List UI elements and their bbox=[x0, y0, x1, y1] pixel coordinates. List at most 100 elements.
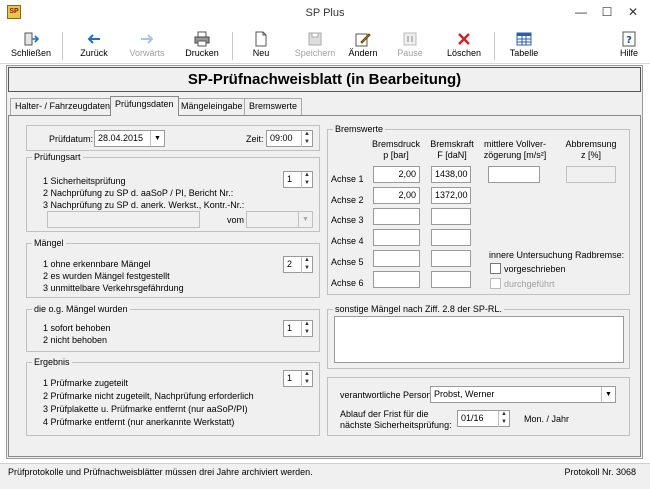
sonstige-maengel-textarea[interactable] bbox=[334, 316, 624, 363]
bremswerte-title: Bremswerte bbox=[333, 124, 386, 134]
frist-unit-label: Mon. / Jahr bbox=[524, 414, 570, 424]
behoben-option-1: 1 sofort behoben bbox=[43, 323, 111, 333]
speichern-button[interactable]: Speichern bbox=[292, 28, 338, 64]
chevron-down-icon: ▼ bbox=[150, 131, 164, 146]
bremskraft-field[interactable] bbox=[431, 250, 471, 267]
delete-x-icon bbox=[458, 33, 470, 45]
bremskraft-field[interactable]: 1438,00 bbox=[431, 166, 471, 183]
bremskraft-header: Bremskraft F [daN] bbox=[430, 139, 474, 160]
ergebnis-title: Ergebnis bbox=[32, 357, 72, 367]
status-message: Prüfprotokolle und Prüfnachweisblätter m… bbox=[8, 467, 313, 477]
protokoll-number: Protokoll Nr. 3068 bbox=[564, 467, 636, 477]
achse-label: Achse 4 bbox=[331, 236, 364, 246]
behoben-title: die o.g. Mängel wurden bbox=[32, 304, 130, 314]
spin-up-icon[interactable]: ▲ bbox=[301, 321, 312, 329]
zeit-field[interactable]: 09:00 ▲ ▼ bbox=[266, 130, 313, 147]
spin-down-icon[interactable]: ▼ bbox=[301, 180, 312, 188]
toolbar-separator bbox=[232, 32, 233, 60]
frist-label-line2: nächste Sicherheitsprüfung: bbox=[340, 420, 452, 430]
maengel-title: Mängel bbox=[32, 238, 66, 248]
edit-pencil-icon bbox=[355, 33, 371, 47]
spin-up-icon[interactable]: ▲ bbox=[301, 131, 312, 139]
frist-label-line1: Ablauf der Frist für die bbox=[340, 409, 429, 419]
toolbar-separator bbox=[494, 32, 495, 60]
pruefungsart-spinner[interactable]: 1 ▲ ▼ bbox=[283, 171, 313, 188]
spin-down-icon[interactable]: ▼ bbox=[301, 379, 312, 387]
spin-up-icon[interactable]: ▲ bbox=[498, 411, 509, 419]
maengel-option-1: 1 ohne erkennbare Mängel bbox=[43, 259, 151, 269]
frist-spinner[interactable]: 01/16 ▲ ▼ bbox=[457, 410, 510, 427]
vorwaerts-button[interactable]: Vorwärts bbox=[122, 28, 172, 64]
tab-bremswerte[interactable]: Bremswerte bbox=[244, 98, 303, 115]
tab-halter-fahrzeugdaten[interactable]: Halter- / Fahrzeugdaten bbox=[10, 98, 116, 115]
spin-down-icon[interactable]: ▼ bbox=[498, 419, 509, 427]
close-window-button[interactable]: ✕ bbox=[622, 4, 644, 20]
pruefdatum-field[interactable]: 28.04.2015 ▼ bbox=[94, 130, 165, 147]
new-document-icon bbox=[255, 31, 267, 47]
spin-up-icon[interactable]: ▲ bbox=[301, 257, 312, 265]
pruefungsart-option-1: 1 Sicherheitsprüfung bbox=[43, 176, 126, 186]
bremsdruck-field[interactable]: 2,00 bbox=[373, 187, 420, 204]
kontroll-nr-field[interactable] bbox=[47, 211, 200, 228]
zurueck-button[interactable]: Zurück bbox=[72, 28, 116, 64]
bremsdruck-header: Bremsdruck p [bar] bbox=[371, 139, 420, 160]
spin-down-icon[interactable]: ▼ bbox=[301, 265, 312, 273]
svg-text:?: ? bbox=[626, 35, 632, 46]
pruefungsart-option-3: 3 Nachprüfung zu SP d. anerk. Werkst., K… bbox=[43, 200, 245, 210]
maengel-option-3: 3 unmittelbare Verkehrsgefährdung bbox=[43, 283, 184, 293]
chevron-down-icon: ▼ bbox=[601, 387, 615, 402]
bremsdruck-field[interactable] bbox=[373, 271, 420, 288]
bremsdruck-field[interactable] bbox=[373, 229, 420, 246]
bremsdruck-field[interactable] bbox=[373, 250, 420, 267]
drucken-button[interactable]: Drucken bbox=[180, 28, 224, 64]
toolbar-separator bbox=[62, 32, 63, 60]
achse-label: Achse 5 bbox=[331, 257, 364, 267]
spin-up-icon[interactable]: ▲ bbox=[301, 172, 312, 180]
table-icon bbox=[516, 32, 532, 46]
achse-label: Achse 3 bbox=[331, 215, 364, 225]
durchgefuehrt-label: durchgeführt bbox=[504, 279, 555, 289]
spin-up-icon[interactable]: ▲ bbox=[301, 371, 312, 379]
bremsdruck-field[interactable]: 2,00 bbox=[373, 166, 420, 183]
bremsdruck-field[interactable] bbox=[373, 208, 420, 225]
vorgeschrieben-checkbox[interactable] bbox=[490, 263, 501, 274]
bremskraft-field[interactable] bbox=[431, 229, 471, 246]
bremskraft-field[interactable] bbox=[431, 208, 471, 225]
bremskraft-field[interactable] bbox=[431, 271, 471, 288]
achse-label: Achse 6 bbox=[331, 278, 364, 288]
bremskraft-field[interactable]: 1372,00 bbox=[431, 187, 471, 204]
minimize-button[interactable]: — bbox=[570, 4, 592, 20]
page-title: SP-Prüfnachweisblatt (in Bearbeitung) bbox=[8, 67, 641, 92]
save-disk-icon bbox=[308, 32, 322, 46]
verantwortliche-person-select[interactable]: Probst, Werner ▼ bbox=[430, 386, 616, 403]
vollverzoegerung-field[interactable] bbox=[488, 166, 540, 183]
exit-icon bbox=[24, 32, 39, 46]
durchgefuehrt-checkbox[interactable] bbox=[490, 278, 501, 289]
achse-label: Achse 2 bbox=[331, 195, 364, 205]
spin-down-icon[interactable]: ▼ bbox=[301, 329, 312, 337]
pruefungsart-title: Prüfungsart bbox=[32, 152, 83, 162]
hilfe-button[interactable]: ? Hilfe bbox=[614, 28, 644, 64]
aendern-button[interactable]: Ändern bbox=[344, 28, 382, 64]
ergebnis-option-2: 2 Prüfmarke nicht zugeteilt, Nachprüfung… bbox=[43, 391, 254, 401]
vorgeschrieben-label: vorgeschrieben bbox=[504, 264, 566, 274]
neu-button[interactable]: Neu bbox=[244, 28, 278, 64]
abbremsung-header: Abbremsung z [%] bbox=[565, 139, 617, 160]
maengel-option-2: 2 es wurden Mängel festgestellt bbox=[43, 271, 170, 281]
printer-icon bbox=[194, 31, 210, 47]
help-icon: ? bbox=[622, 31, 636, 47]
tabelle-button[interactable]: Tabelle bbox=[504, 28, 544, 64]
tab-maengeleingabe[interactable]: Mängeleingabe bbox=[176, 98, 248, 115]
behoben-spinner[interactable]: 1 ▲ ▼ bbox=[283, 320, 313, 337]
verantwortliche-person-label: verantwortliche Person: bbox=[340, 390, 435, 400]
pause-button[interactable]: Pause bbox=[392, 28, 428, 64]
schliessen-button[interactable]: Schließen bbox=[8, 28, 54, 64]
vom-date-field[interactable]: ▼ bbox=[246, 211, 313, 228]
ergebnis-spinner[interactable]: 1 ▲ ▼ bbox=[283, 370, 313, 387]
maximize-button[interactable]: ☐ bbox=[596, 4, 618, 20]
spin-down-icon[interactable]: ▼ bbox=[301, 139, 312, 147]
maengel-spinner[interactable]: 2 ▲ ▼ bbox=[283, 256, 313, 273]
abbremsung-field bbox=[566, 166, 616, 183]
loeschen-button[interactable]: Löschen bbox=[442, 28, 486, 64]
tab-pruefungsdaten[interactable]: Prüfungsdaten bbox=[110, 96, 179, 116]
